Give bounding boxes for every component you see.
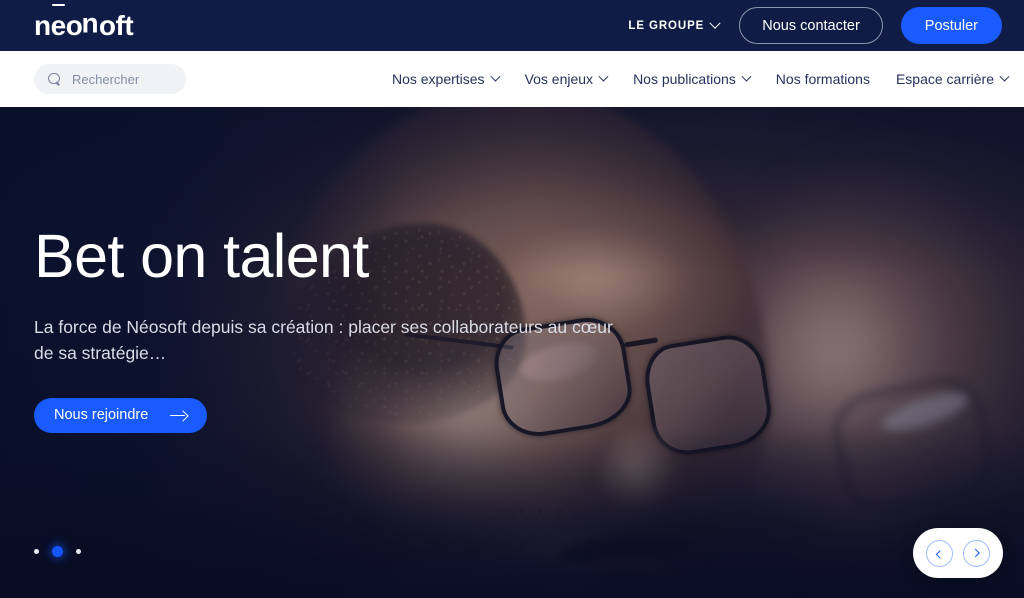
page-root: n e o u oft LE GROUPE Nous contacter Postule… (0, 0, 1024, 598)
search-box[interactable] (34, 64, 186, 94)
carousel-navigation (913, 528, 1003, 578)
nav-label: Nos formations (775, 71, 870, 87)
nav-item-espace-carriere[interactable]: Espace carrière (895, 67, 1010, 91)
chevron-down-icon (709, 17, 721, 29)
logo-text-part-3: oft (98, 9, 134, 41)
carousel-pagination-dots (34, 546, 81, 557)
nav-item-nos-expertises[interactable]: Nos expertises (391, 67, 501, 91)
main-navigation-bar: Nos expertises Vos enjeux Nos publicatio… (0, 51, 1024, 107)
carousel-prev-button[interactable] (926, 539, 953, 567)
top-utility-bar: n e o u oft LE GROUPE Nous contacter Postule… (0, 0, 1024, 51)
nav-item-vos-enjeux[interactable]: Vos enjeux (524, 67, 609, 91)
chevron-left-icon (935, 550, 944, 559)
neosoft-logo[interactable]: n e o u oft (34, 4, 134, 43)
chevron-down-icon (598, 71, 609, 82)
nav-item-nos-publications[interactable]: Nos publications (633, 67, 752, 91)
hero-subtitle: La force de Néosoft depuis sa création :… (34, 317, 613, 363)
menu-le-groupe[interactable]: LE GROUPE (626, 16, 721, 36)
top-bar-actions: LE GROUPE Nous contacter Postuler (626, 7, 1002, 44)
chevron-down-icon (741, 71, 752, 82)
logo-text-e-macron: e (50, 4, 66, 41)
carousel-dot-3[interactable] (76, 549, 81, 554)
hero-cta-label: Nous rejoindre (54, 407, 149, 424)
hero-join-us-button[interactable]: Nous rejoindre (34, 397, 208, 433)
carousel-next-button[interactable] (963, 539, 990, 567)
nav-label: Espace carrière (895, 71, 994, 87)
photo-bottom-fade (0, 428, 1024, 598)
chevron-down-icon (999, 71, 1010, 82)
primary-menu: Nos expertises Vos enjeux Nos publicatio… (391, 67, 1010, 91)
chevron-down-icon (490, 71, 501, 82)
hero-title: Bet on talent (34, 222, 369, 290)
hero-banner: Bet on talent La force de Néosoft depuis… (0, 107, 1024, 598)
nav-label: Nos publications (633, 71, 736, 87)
apply-button[interactable]: Postuler (900, 7, 1002, 44)
search-input[interactable] (72, 71, 172, 87)
logo-text-part-1: n (34, 9, 51, 41)
chevron-right-icon (970, 548, 980, 558)
contact-button[interactable]: Nous contacter (739, 7, 883, 44)
carousel-dot-2[interactable] (52, 546, 63, 557)
carousel-dot-1[interactable] (34, 549, 39, 554)
arrow-right-icon (170, 410, 187, 421)
nav-item-nos-formations[interactable]: Nos formations (776, 67, 870, 91)
hero-content: Bet on talent La force de Néosoft depuis… (34, 225, 674, 433)
logo-text-part-2: o (65, 9, 83, 41)
menu-le-groupe-label: LE GROUPE (628, 19, 705, 32)
logo-text-stylized-s: u (82, 11, 99, 43)
search-icon (48, 72, 61, 86)
nav-label: Vos enjeux (524, 71, 594, 87)
nav-label: Nos expertises (391, 71, 485, 87)
